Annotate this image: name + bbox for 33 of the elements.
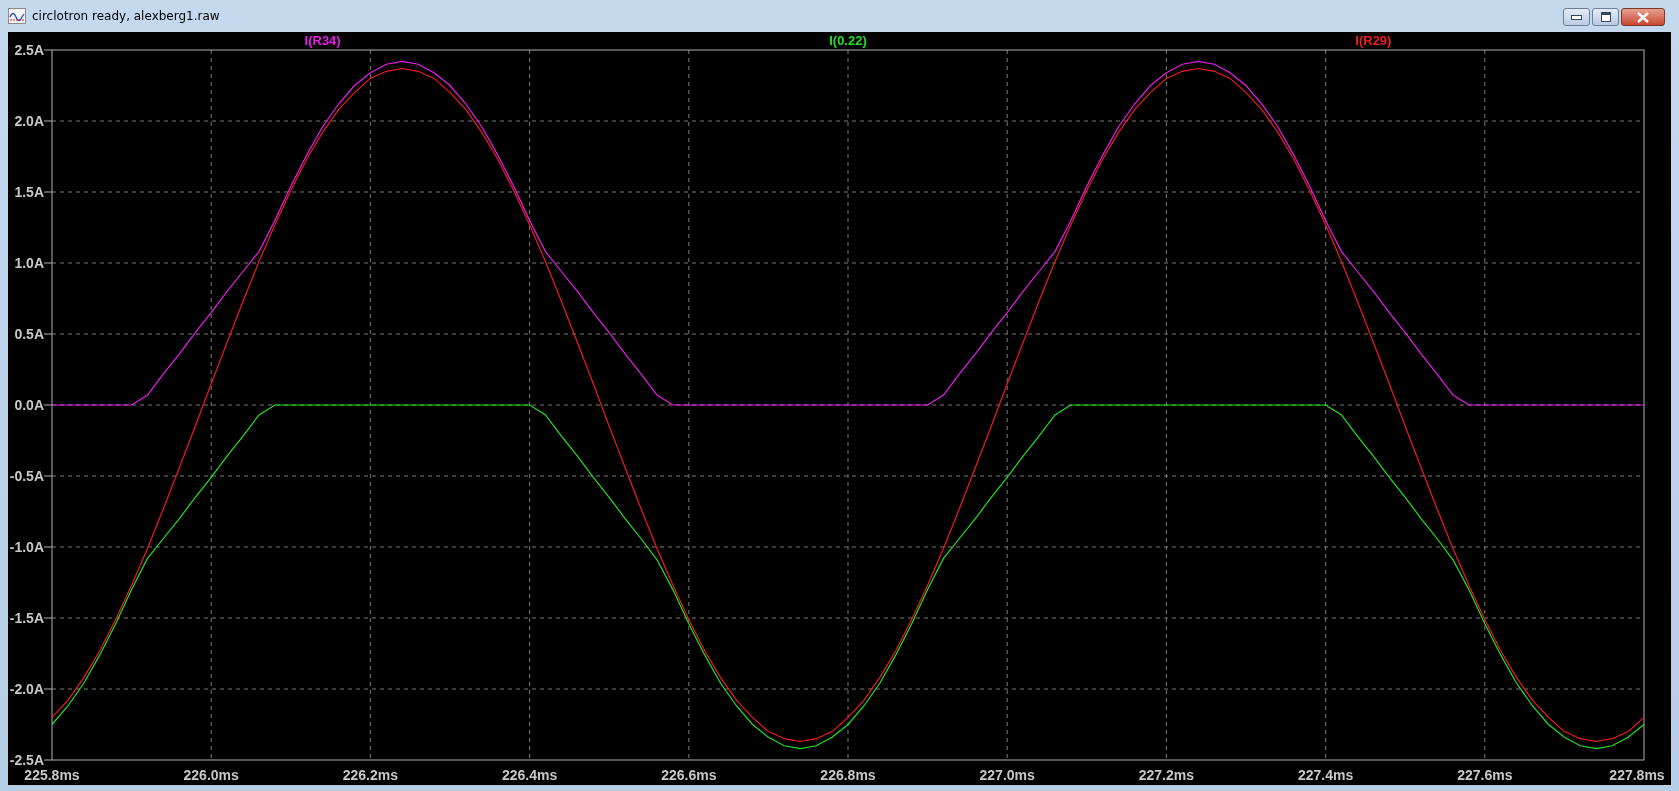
axis-label: -1.0A	[9, 539, 44, 555]
waveform-icon	[8, 8, 26, 24]
axis-label: 226.2ms	[342, 767, 399, 783]
axis-label: 227.8ms	[1609, 767, 1665, 783]
axis-label: 0.0A	[14, 397, 44, 413]
axis-label: 226.8ms	[820, 767, 876, 783]
axis-label: 227.6ms	[1457, 767, 1513, 783]
axis-label: 225.8ms	[24, 767, 80, 783]
axis-label: -1.5A	[9, 610, 44, 626]
window-title: circlotron ready, alexberg1.raw	[32, 9, 220, 23]
axis-label: -0.5A	[9, 468, 44, 484]
trace-label: I(0.22)	[829, 33, 867, 48]
minimize-button[interactable]	[1563, 8, 1590, 26]
maximize-icon	[1600, 12, 1611, 22]
axis-label: 2.5A	[14, 42, 44, 58]
maximize-button[interactable]	[1592, 8, 1619, 26]
axis-label: 1.5A	[14, 184, 44, 200]
axis-label: 226.6ms	[661, 767, 717, 783]
axis-label: 227.4ms	[1297, 767, 1354, 783]
axis-label: 227.2ms	[1138, 767, 1195, 783]
axis-label: -2.5A	[9, 752, 44, 768]
axis-label: 226.4ms	[501, 767, 558, 783]
trace-label: I(R34)	[304, 33, 341, 48]
minimize-icon	[1571, 14, 1582, 20]
axis-label: 0.5A	[14, 326, 44, 342]
trace-label: I(R29)	[1355, 33, 1392, 48]
close-icon	[1636, 11, 1650, 23]
axis-label: 226.0ms	[183, 767, 239, 783]
axis-label: 2.0A	[14, 113, 44, 129]
axis-label: 227.0ms	[979, 767, 1035, 783]
axis-label: -2.0A	[9, 681, 44, 697]
close-button[interactable]	[1621, 8, 1665, 26]
axis-label: 1.0A	[14, 255, 44, 271]
